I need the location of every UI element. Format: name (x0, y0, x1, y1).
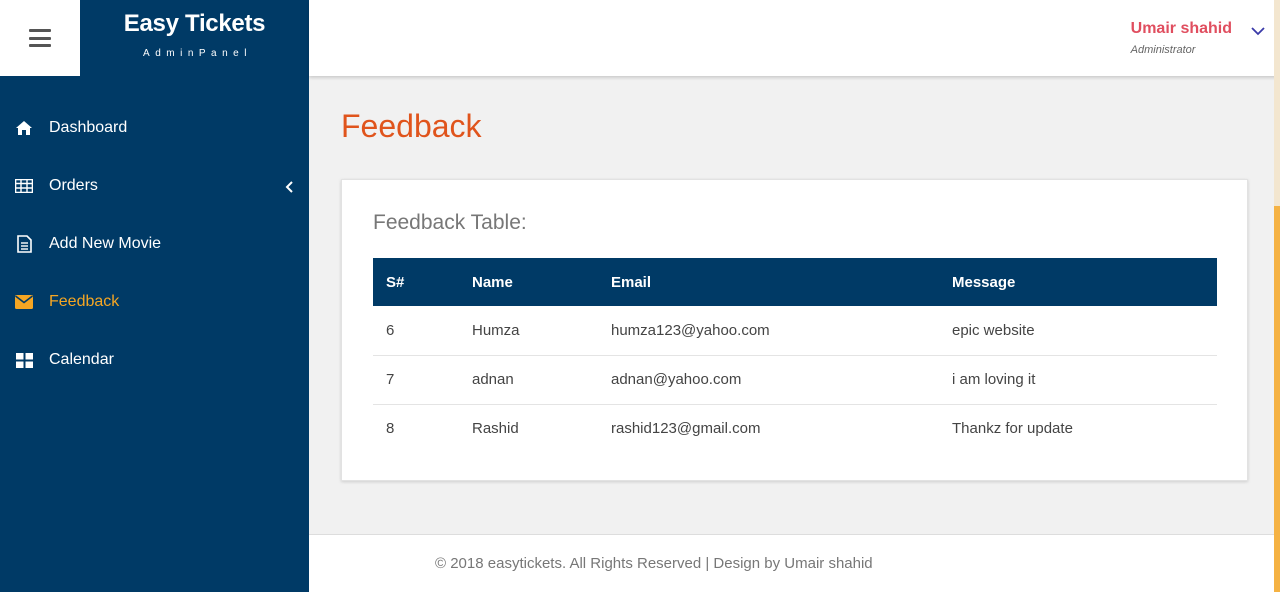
user-menu[interactable]: Umair shahid Administrator (1131, 20, 1232, 56)
sidebar: Easy Tickets AdminPanel Dashboard Orders… (0, 0, 309, 592)
table-cell: 6 (373, 306, 459, 356)
footer-text: © 2018 easytickets. All Rights Reserved … (435, 555, 873, 572)
home-icon (14, 118, 34, 138)
sidebar-item-dashboard[interactable]: Dashboard (0, 99, 309, 157)
column-header: S# (373, 258, 459, 306)
table-cell: Humza (459, 306, 598, 356)
sidebar-item-add-new-movie[interactable]: Add New Movie (0, 215, 309, 273)
sidebar-item-label: Orders (49, 177, 98, 194)
table-cell: humza123@yahoo.com (598, 306, 939, 356)
table-cell: Thankz for update (952, 420, 1073, 438)
user-role: Administrator (1130, 44, 1196, 56)
table-row: 8 Rashid rashid123@gmail.com Thankz for … (373, 404, 1217, 453)
file-icon (14, 234, 34, 254)
table-row: 6 Humza humza123@yahoo.com epic website (373, 306, 1217, 356)
table-cell: rashid123@gmail.com (611, 420, 761, 438)
top-header: Umair shahid Administrator (309, 0, 1280, 76)
chevron-down-icon[interactable] (1250, 24, 1266, 38)
brand-subtitle: AdminPanel (143, 47, 252, 59)
scrollbar-track (1274, 0, 1280, 206)
sidebar-item-label: Feedback (49, 293, 120, 310)
menu-toggle-button[interactable] (0, 0, 80, 76)
sidebar-item-label: Add New Movie (49, 235, 162, 252)
sidebar-item-feedback[interactable]: Feedback (0, 273, 309, 331)
card-title: Feedback Table: (373, 211, 527, 234)
brand[interactable]: Easy Tickets AdminPanel (80, 0, 309, 76)
sidebar-item-calendar[interactable]: Calendar (0, 331, 309, 389)
column-header: Message (939, 258, 1217, 306)
column-header: Email (598, 258, 939, 306)
sidebar-item-orders[interactable]: Orders (0, 157, 309, 215)
table-cell: epic website (939, 306, 1217, 356)
scrollbar-thumb[interactable] (1274, 206, 1280, 592)
sidebar-nav: Dashboard Orders Add New Movie Feedback (0, 99, 309, 389)
scrollbar[interactable] (1274, 0, 1280, 592)
table-row: 7 adnan adnan@yahoo.com i am loving it (373, 355, 1217, 405)
chevron-left-icon (285, 180, 295, 193)
table-cell: 7 (373, 355, 459, 405)
footer: © 2018 easytickets. All Rights Reserved … (309, 534, 1280, 592)
table-cell: adnan@yahoo.com (598, 355, 939, 405)
sidebar-item-label: Dashboard (49, 119, 128, 136)
table-icon (14, 176, 34, 196)
brand-title: Easy Tickets (123, 9, 266, 37)
envelope-icon (14, 292, 34, 312)
hamburger-icon (29, 29, 51, 47)
table-header-row: S# Name Email Message (373, 258, 1217, 306)
table-cell: adnan (459, 355, 598, 405)
table-cell: i am loving it (939, 355, 1217, 405)
table-cell: 8 (386, 420, 395, 438)
sidebar-item-label: Calendar (49, 351, 114, 368)
table-cell: Rashid (472, 420, 519, 438)
grid-icon (14, 350, 34, 370)
feedback-table: S# Name Email Message 6 Humza humza123@y… (373, 258, 1217, 453)
page-title: Feedback (341, 108, 482, 144)
feedback-card: Feedback Table: S# Name Email Message 6 … (341, 179, 1248, 481)
user-name[interactable]: Umair shahid (1131, 20, 1232, 38)
column-header: Name (459, 258, 598, 306)
